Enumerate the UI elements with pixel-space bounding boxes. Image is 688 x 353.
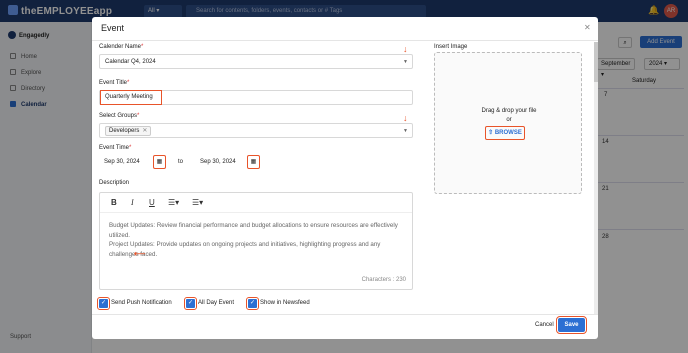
select-groups-input[interactable]: Developers ✕ ▼ xyxy=(99,123,413,138)
calendar-name-value: Calendar Q4, 2024 xyxy=(105,59,156,65)
chevron-down-icon: ▼ xyxy=(403,59,408,65)
close-icon[interactable]: ✕ xyxy=(584,23,591,32)
calendar-picker-icon[interactable]: ▦ xyxy=(153,155,166,169)
description-text[interactable]: Budget Updates: Review financial perform… xyxy=(109,221,409,259)
app-root: theEMPLOYEEapp All ▾ Search for contents… xyxy=(0,0,688,353)
event-title-input[interactable]: Quarterly Meeting xyxy=(100,90,162,105)
close-icon[interactable]: ✕ xyxy=(142,128,147,134)
date-range-separator: to xyxy=(178,159,184,165)
description-label: Description xyxy=(99,180,130,186)
event-modal: Event ✕ Calender Name* Calendar Q4, 2024… xyxy=(92,17,598,339)
calendar-name-label-text: Calender Name xyxy=(99,44,142,50)
send-push-notification-checkbox[interactable]: ✓ xyxy=(97,297,110,310)
upload-icon: ⇧ xyxy=(488,130,494,136)
all-day-event-label: All Day Event xyxy=(198,300,235,306)
modal-header-divider xyxy=(92,40,598,41)
calendar-name-select[interactable]: Calendar Q4, 2024 ▼ xyxy=(99,54,413,69)
italic-icon[interactable]: I xyxy=(131,198,134,207)
description-editor[interactable]: B I U ☰▾ ☰▾ Budget Updates: Review finan… xyxy=(99,192,413,290)
event-title-input-wrap: Quarterly Meeting xyxy=(99,90,413,105)
description-paragraph: Budget Updates: Review financial perform… xyxy=(109,222,398,239)
event-time-label-text: Event Time xyxy=(99,145,130,151)
modal-title: Event xyxy=(101,23,125,33)
modal-footer-divider xyxy=(92,314,598,315)
required-marker: * xyxy=(141,44,144,50)
group-chip-label: Developers xyxy=(109,128,140,134)
send-push-notification-label: Send Push Notification xyxy=(111,300,172,306)
description-paragraph: Project Updates: Provide updates on ongo… xyxy=(109,241,381,258)
or-text: or xyxy=(506,117,512,123)
character-count: Characters : 230 xyxy=(361,277,406,283)
arrow-left-annotation: ⟵ xyxy=(134,249,146,258)
arrow-down-annotation: ↓ xyxy=(403,44,408,54)
drag-drop-text: Drag & drop your file xyxy=(481,108,537,114)
modal-scrollbar[interactable] xyxy=(594,42,598,315)
show-in-newsfeed-checkbox[interactable]: ✓ xyxy=(246,297,259,310)
required-marker: * xyxy=(129,145,132,151)
group-chip[interactable]: Developers ✕ xyxy=(105,126,152,136)
bullet-list-icon[interactable]: ☰▾ xyxy=(192,198,203,207)
browse-label: BROWSE xyxy=(494,130,522,136)
select-groups-label: Select Groups* xyxy=(99,113,139,119)
calendar-picker-icon[interactable]: ▦ xyxy=(247,155,260,169)
required-marker: * xyxy=(127,80,130,86)
scrollbar-thumb[interactable] xyxy=(594,42,598,82)
browse-button[interactable]: ⇧ BROWSE xyxy=(485,126,525,140)
event-title-label-text: Event Title xyxy=(99,80,128,86)
event-title-label: Event Title* xyxy=(99,80,129,86)
show-in-newsfeed-label: Show in Newsfeed xyxy=(260,300,310,306)
ordered-list-icon[interactable]: ☰▾ xyxy=(168,198,179,207)
insert-image-label: Insert Image xyxy=(434,44,468,50)
required-marker: * xyxy=(137,113,140,119)
save-button[interactable]: Save xyxy=(556,316,587,334)
image-dropzone[interactable]: Drag & drop your file or ⇧ BROWSE xyxy=(434,52,582,194)
cancel-button[interactable]: Cancel xyxy=(535,322,554,328)
all-day-event-checkbox[interactable]: ✓ xyxy=(184,297,197,310)
bold-icon[interactable]: B xyxy=(111,198,117,207)
underline-icon[interactable]: U xyxy=(149,198,155,207)
editor-toolbar: B I U ☰▾ ☰▾ xyxy=(100,193,412,213)
arrow-down-annotation: ↓ xyxy=(403,113,408,123)
calendar-name-label: Calender Name* xyxy=(99,44,143,50)
select-groups-label-text: Select Groups xyxy=(99,113,138,119)
event-time-label: Event Time* xyxy=(99,145,131,151)
chevron-down-icon: ▼ xyxy=(403,128,408,134)
